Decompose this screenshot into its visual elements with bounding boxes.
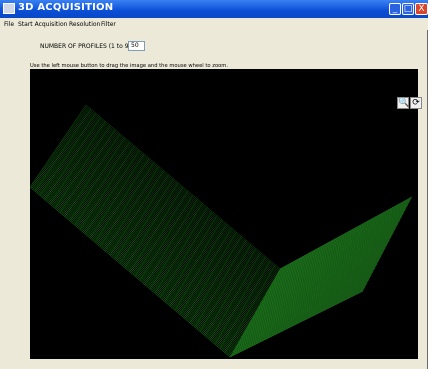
- 3d-viewer-canvas[interactable]: [30, 69, 418, 359]
- profiles-label: NUMBER OF PROFILES (1 to 999): [40, 43, 139, 50]
- zoom-icon[interactable]: 🔍: [397, 97, 409, 109]
- menu-resolution[interactable]: Resolution: [69, 21, 100, 28]
- title-bar[interactable]: 3D ACQUISITION _ □ X: [0, 0, 428, 18]
- rotate-icon[interactable]: ⟳: [410, 97, 422, 109]
- profiles-input[interactable]: 50: [128, 41, 145, 51]
- mesh-lines: [30, 104, 413, 358]
- menu-start-acquisition[interactable]: Start Acquisition: [18, 21, 67, 28]
- menu-file[interactable]: File: [4, 21, 14, 28]
- minimize-button[interactable]: _: [389, 3, 401, 15]
- app-icon: [3, 3, 15, 14]
- close-button[interactable]: X: [415, 3, 428, 15]
- menu-bar: File Start Acquisition Resolution Filter: [0, 18, 428, 30]
- window-title: 3D ACQUISITION: [18, 2, 114, 13]
- app-window: 3D ACQUISITION _ □ X File Start Acquisit…: [0, 0, 428, 369]
- mesh-surface: [30, 104, 413, 358]
- maximize-button[interactable]: □: [402, 3, 414, 15]
- menu-filter[interactable]: Filter: [101, 21, 116, 28]
